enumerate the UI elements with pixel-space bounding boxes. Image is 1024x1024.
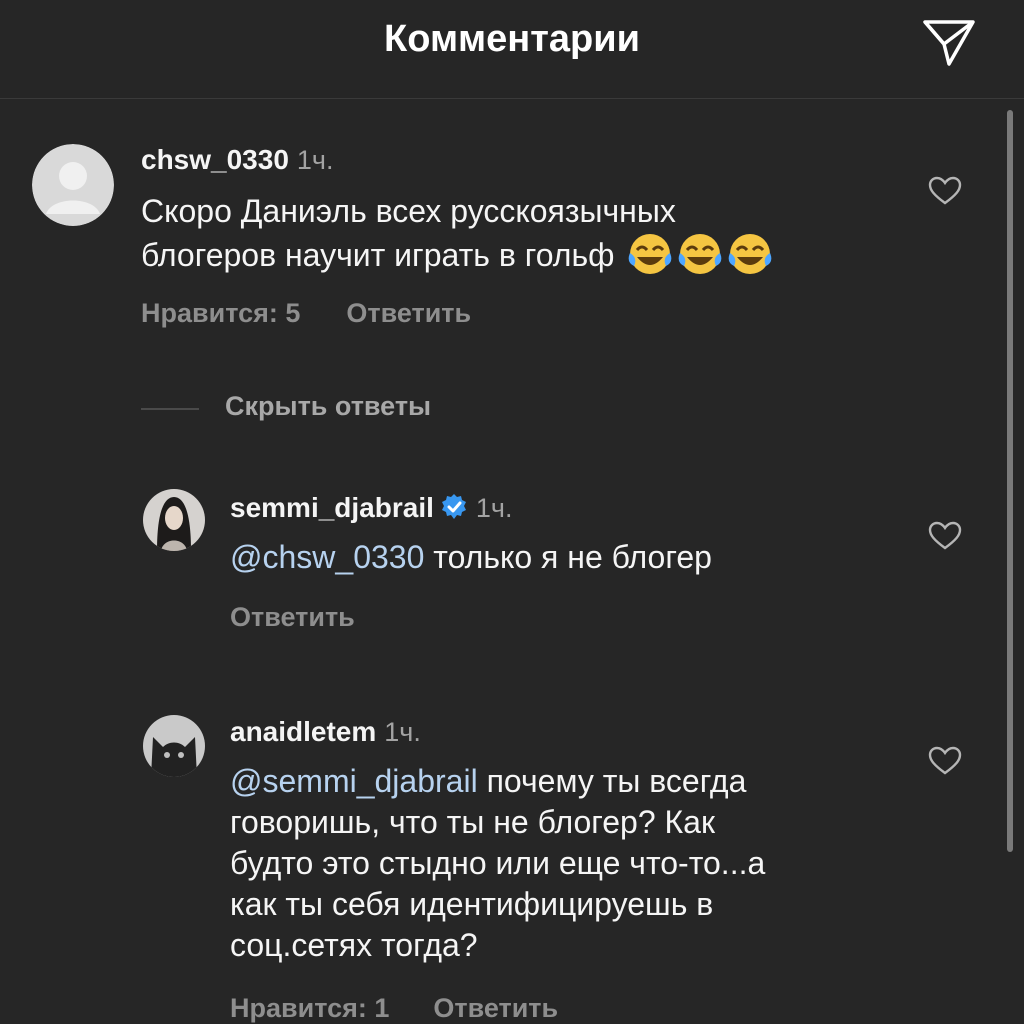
comment-time: 1ч. [296, 145, 334, 175]
reply-item: semmi_djabrail 1ч. @chsw_0330 только я н… [0, 470, 1000, 660]
heart-outline-icon[interactable] [928, 521, 962, 551]
reply-time: 1ч. [384, 717, 421, 747]
reply-meta: anaidletem 1ч. [230, 716, 421, 748]
likes-count[interactable]: Нравится: 5 [141, 298, 300, 329]
mention-link[interactable]: @semmi_djabrail [230, 763, 478, 799]
header: Комментарии [0, 0, 1024, 99]
face-with-tears-of-joy-icon [729, 234, 772, 274]
hide-replies-button[interactable]: Скрыть ответы [225, 391, 431, 422]
reply-item: anaidletem 1ч. @semmi_djabrail почему ты … [0, 690, 1000, 1024]
reply-actions: Ответить [230, 602, 355, 633]
comment-text: Скоро Даниэль всех русскоязычных блогеро… [141, 191, 921, 276]
reply-username[interactable]: anaidletem [230, 716, 376, 747]
comment-text-line: блогеров научит играть в гольф [141, 232, 921, 276]
heart-outline-icon[interactable] [928, 746, 962, 776]
reply-text: @chsw_0330 только я не блогер [230, 539, 712, 575]
page-title: Комментарии [384, 18, 640, 60]
comment-username[interactable]: chsw_0330 [141, 144, 289, 175]
avatar[interactable] [143, 489, 205, 551]
comments-screen: Комментарии chsw_0330 1ч. Скоро Даниэль в… [0, 0, 1024, 1024]
reply-text: @semmi_djabrail почему ты всегда говориш… [230, 761, 930, 966]
reply-actions: Нравится: 1 Ответить [230, 993, 558, 1024]
paper-plane-icon[interactable] [918, 14, 978, 70]
avatar[interactable] [143, 715, 205, 777]
reply-text-line: как ты себя идентифицируешь в [230, 886, 714, 922]
comment-text-line: Скоро Даниэль всех русскоязычных [141, 193, 676, 229]
mention-link[interactable]: @chsw_0330 [230, 539, 424, 575]
face-with-tears-of-joy-icon [629, 234, 672, 274]
likes-count[interactable]: Нравится: 1 [230, 993, 389, 1024]
reply-time: 1ч. [475, 493, 513, 523]
default-avatar-icon[interactable] [32, 144, 114, 226]
reply-button[interactable]: Ответить [230, 602, 355, 633]
heart-outline-icon[interactable] [928, 176, 962, 206]
reply-text-line: говоришь, что ты не блогер? Как [230, 804, 715, 840]
verified-badge-icon [441, 494, 466, 519]
hide-replies-divider [141, 408, 199, 410]
reply-username[interactable]: semmi_djabrail [230, 492, 434, 523]
reply-text-line: @semmi_djabrail почему ты всегда [230, 763, 747, 799]
comment-meta: chsw_0330 1ч. [141, 144, 333, 176]
comment-item: chsw_0330 1ч. Скоро Даниэль всех русскояз… [0, 100, 1000, 360]
comment-actions: Нравится: 5 Ответить [141, 298, 471, 329]
reply-button[interactable]: Ответить [433, 993, 558, 1024]
face-with-tears-of-joy-icon [679, 234, 722, 274]
scrollbar[interactable] [1007, 110, 1013, 852]
reply-text-line: соц.сетях тогда? [230, 927, 478, 963]
reply-text-line: будто это стыдно или еще что-то...а [230, 845, 766, 881]
reply-meta: semmi_djabrail 1ч. [230, 492, 512, 524]
reply-button[interactable]: Ответить [346, 298, 471, 329]
